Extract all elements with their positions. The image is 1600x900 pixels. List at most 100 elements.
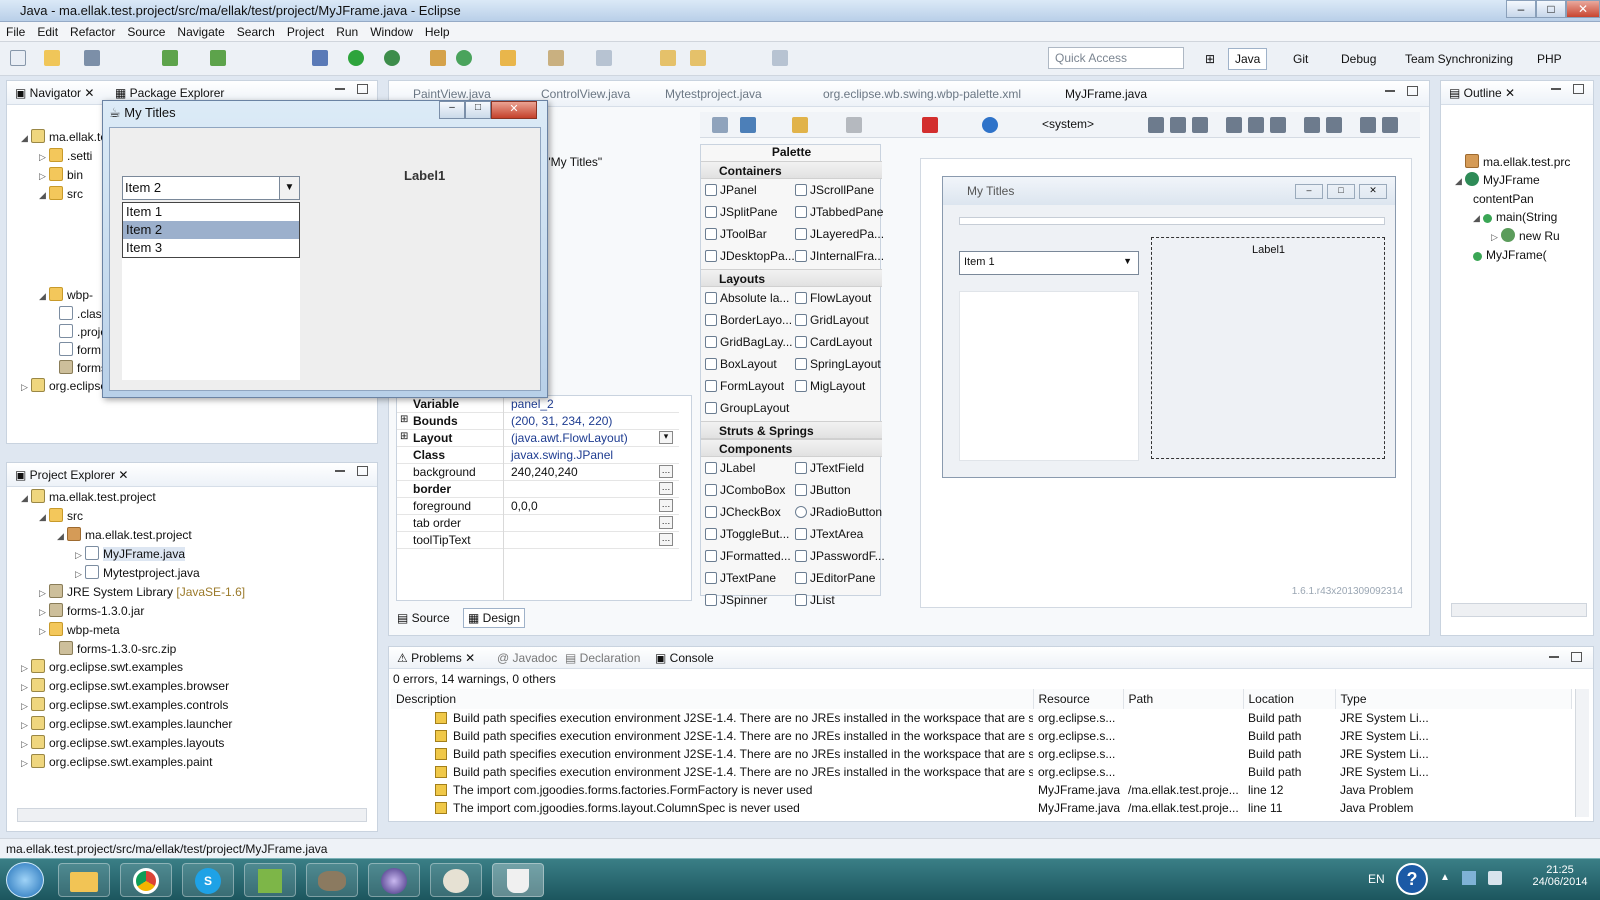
palette-item[interactable]: JEditorPane (795, 571, 875, 585)
taskbar-eclipse-icon[interactable] (368, 863, 420, 897)
palette-item[interactable]: JLayeredPa... (795, 227, 884, 241)
perspective-debug[interactable]: Debug (1334, 48, 1383, 70)
list-item[interactable]: Item 2 (123, 221, 299, 239)
list-item[interactable]: ▷ Mytestproject.java (21, 564, 371, 583)
back-icon[interactable] (660, 50, 676, 66)
refresh-icon[interactable] (456, 50, 472, 66)
minimize-button[interactable]: – (439, 101, 465, 119)
tab-palette-xml[interactable]: org.eclipse.wb.swing.wbp-palette.xml (823, 87, 1021, 101)
tab-javadoc[interactable]: @ Javadoc (497, 651, 557, 665)
palette-item[interactable]: BorderLayo... (705, 313, 792, 327)
list-item[interactable]: ma.ellak.test.prc (1455, 153, 1595, 171)
palette-item[interactable]: JTabbedPane (795, 205, 883, 219)
table-row[interactable]: Variable panel_2 (397, 396, 679, 413)
minimize-view-icon[interactable] (335, 470, 345, 472)
ellipsis-button[interactable]: … (659, 465, 673, 478)
list-item[interactable]: ▷ JRE System Library [JavaSE-1.6] (21, 583, 371, 602)
maximize-button[interactable]: □ (465, 101, 491, 119)
preview-icon[interactable] (740, 117, 756, 133)
design-combo[interactable]: Item 1 ▼ (959, 251, 1139, 275)
maximize-icon[interactable]: □ (1327, 184, 1355, 199)
table-row[interactable]: background 240,240,240… (397, 464, 679, 481)
menu-project[interactable]: Project (287, 25, 324, 39)
tab-myjframe[interactable]: MyJFrame.java (1065, 87, 1147, 101)
palette-item[interactable]: FormLayout (705, 379, 784, 393)
taskbar-java-icon[interactable] (492, 863, 544, 897)
tab-controlview[interactable]: ControlView.java (541, 87, 630, 101)
next-annotation-icon[interactable] (596, 50, 612, 66)
palette-section-components[interactable]: Components (701, 439, 882, 457)
undo-icon[interactable] (792, 117, 808, 133)
column-path[interactable]: Path (1123, 689, 1244, 709)
palette-item[interactable]: JLabel (705, 461, 755, 475)
distribute-h-icon[interactable] (1304, 117, 1320, 133)
palette-item[interactable]: JComboBox (705, 483, 785, 497)
taskbar-paint-icon[interactable] (430, 863, 482, 897)
align-top-icon[interactable] (1226, 117, 1242, 133)
test-gui-icon[interactable] (712, 117, 728, 133)
cut-icon[interactable] (846, 117, 862, 133)
tab-problems[interactable]: ⚠ Problems ✕ (397, 651, 475, 665)
combo-dropdown[interactable]: Item 1 Item 2 Item 3 (122, 202, 300, 258)
palette-item[interactable]: JDesktopPa... (705, 249, 795, 263)
taskbar-skype-icon[interactable]: S (182, 863, 234, 897)
palette-item[interactable]: JTextField (795, 461, 864, 475)
maximize-view-icon[interactable] (357, 466, 368, 476)
chevron-down-icon[interactable]: ▼ (279, 177, 299, 199)
table-row[interactable]: ⊞ Layout (java.awt.FlowLayout) ▾ (397, 430, 679, 447)
list-item[interactable]: ▷ org.eclipse.swt.examples.controls (21, 696, 371, 715)
palette-item[interactable]: JRadioButton (795, 505, 882, 519)
delete-icon[interactable] (922, 117, 938, 133)
table-row[interactable]: Build path specifies execution environme… (391, 763, 1571, 781)
tab-outline[interactable]: ▤ Outline ✕ (1449, 86, 1515, 100)
run-icon[interactable] (348, 50, 364, 66)
palette-item[interactable]: FlowLayout (795, 291, 871, 305)
tab-mytestproject[interactable]: Mytestproject.java (665, 87, 762, 101)
menu-source[interactable]: Source (127, 25, 165, 39)
align-left-icon[interactable] (1148, 117, 1164, 133)
perspective-team[interactable]: Team Synchronizing (1398, 48, 1520, 70)
open-icon[interactable] (44, 50, 60, 66)
design-frame[interactable]: My Titles – □ ✕ Item 1 ▼ Label1 (942, 176, 1396, 478)
align-center-icon[interactable] (1170, 117, 1186, 133)
ellipsis-button[interactable]: … (659, 482, 673, 495)
minimize-editor-icon[interactable] (1385, 90, 1395, 92)
tab-console[interactable]: ▣ Console (655, 651, 714, 665)
list-item[interactable]: ◢ MyJFrame (1455, 171, 1595, 190)
minimize-view-icon[interactable] (335, 88, 345, 90)
palette-section-containers[interactable]: Containers (701, 161, 882, 179)
tab-package-explorer[interactable]: ▦ Package Explorer (115, 86, 224, 100)
palette-item[interactable]: JScrollPane (795, 183, 874, 197)
palette-item[interactable]: JSpinner (705, 593, 767, 607)
horizontal-scrollbar[interactable] (17, 808, 367, 822)
save-icon[interactable] (84, 50, 100, 66)
space-h-icon[interactable] (1360, 117, 1376, 133)
minimize-view-icon[interactable] (1549, 656, 1559, 658)
table-row[interactable]: The import com.jgoodies.forms.factories.… (391, 781, 1571, 799)
align-bottom-icon[interactable] (1270, 117, 1286, 133)
list-item[interactable]: ◢ src (21, 507, 371, 526)
dropdown-icon[interactable]: ▾ (659, 431, 673, 444)
palette-item[interactable]: GridLayout (795, 313, 869, 327)
debug-icon[interactable] (312, 50, 328, 66)
maximize-view-icon[interactable] (357, 84, 368, 94)
column-location[interactable]: Location (1243, 689, 1336, 709)
list-item[interactable]: ▷ wbp-meta (21, 621, 371, 640)
table-row[interactable]: tab order… (397, 515, 679, 532)
menu-help[interactable]: Help (425, 25, 450, 39)
list-item[interactable]: ▷ org.eclipse.swt.examples.browser (21, 677, 371, 696)
table-row[interactable]: Class javax.swing.JPanel (397, 447, 679, 464)
list-item[interactable]: ◢ma.ellak.test.project (21, 488, 371, 507)
table-row[interactable]: border… (397, 481, 679, 498)
ellipsis-button[interactable]: … (659, 499, 673, 512)
close-button[interactable]: ✕ (1566, 0, 1600, 18)
palette-item[interactable]: MigLayout (795, 379, 865, 393)
source-tab[interactable]: ▤ Source (397, 611, 450, 625)
list-item[interactable]: forms-1.3.0-src.zip (21, 640, 371, 658)
maximize-editor-icon[interactable] (1407, 86, 1418, 96)
perspective-php[interactable]: PHP (1530, 48, 1569, 70)
minimize-view-icon[interactable] (1551, 88, 1561, 90)
table-row[interactable]: foreground 0,0,0… (397, 498, 679, 515)
minimize-icon[interactable]: – (1295, 184, 1323, 199)
list-item[interactable]: Item 1 (123, 203, 299, 221)
